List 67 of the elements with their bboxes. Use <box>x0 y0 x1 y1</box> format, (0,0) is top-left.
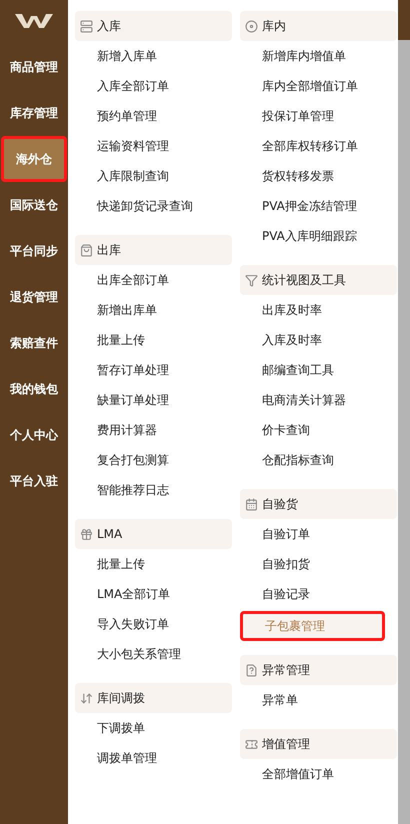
ticket-icon <box>245 738 258 750</box>
menu-item[interactable]: 暂存订单处理 <box>75 355 232 385</box>
menu-item[interactable]: 快递卸货记录查询 <box>75 191 232 221</box>
menu-item[interactable]: 大小包关系管理 <box>75 639 232 669</box>
section-title: 入库 <box>97 18 121 35</box>
arrows-icon <box>80 692 93 704</box>
menu-item[interactable]: 入库及时率 <box>240 325 397 355</box>
menu-item[interactable]: 异常单 <box>240 685 397 715</box>
menu-item[interactable]: 自验订单 <box>240 519 397 549</box>
sidebar-item[interactable]: 个人中心 <box>1 412 67 458</box>
section-title: 库间调拨 <box>97 690 145 707</box>
menu-item[interactable]: 投保订单管理 <box>240 101 397 131</box>
sidebar-item[interactable]: 库存管理 <box>1 90 67 136</box>
menu-item[interactable]: 预约单管理 <box>75 101 232 131</box>
menu-item[interactable]: 全部库权转移订单 <box>240 131 397 161</box>
menu-item[interactable]: 出库全部订单 <box>75 265 232 295</box>
menu-item[interactable]: 缺量订单处理 <box>75 385 232 415</box>
menu-item[interactable]: 新增出库单 <box>75 295 232 325</box>
menu-item[interactable]: LMA全部订单 <box>75 579 232 609</box>
menu-item[interactable]: 调拨单管理 <box>75 743 232 773</box>
section-title: LMA <box>97 526 122 543</box>
sidebar-item[interactable]: 我的钱包 <box>1 366 67 412</box>
menu-item[interactable]: 价卡查询 <box>240 415 397 445</box>
menu-item[interactable]: 新增库内增值单 <box>240 41 397 71</box>
menu-item[interactable]: PVA入库明细跟踪 <box>240 221 397 251</box>
calendar-icon <box>245 498 258 510</box>
menu-item[interactable]: 电商清关计算器 <box>240 385 397 415</box>
menu-item[interactable]: 复合打包测算 <box>75 445 232 475</box>
sidebar-item[interactable]: 退货管理 <box>1 274 67 320</box>
section-title: 库内 <box>262 18 286 35</box>
menu-item[interactable]: 仓配指标查询 <box>240 445 397 475</box>
section-title: 增值管理 <box>262 736 310 753</box>
menu-item[interactable]: 邮编查询工具 <box>240 355 397 385</box>
bag-icon <box>80 244 93 256</box>
sidebar-item[interactable]: 索赔查件 <box>1 320 67 366</box>
section-title: 自验货 <box>262 496 298 513</box>
menu-item[interactable]: 费用计算器 <box>75 415 232 445</box>
menu-item[interactable]: 自验记录 <box>240 579 397 609</box>
menu-item[interactable]: 批量上传 <box>75 325 232 355</box>
menu-item[interactable]: 出库及时率 <box>240 295 397 325</box>
menu-item[interactable]: 新增入库单 <box>75 41 232 71</box>
menu-item[interactable]: 货权转移发票 <box>240 161 397 191</box>
logo-icon <box>14 13 54 29</box>
section-title: 统计视图及工具 <box>262 272 346 289</box>
sidebar-item[interactable]: 商品管理 <box>1 44 67 90</box>
section-title: 出库 <box>97 242 121 259</box>
server-icon <box>80 20 93 32</box>
menu-item[interactable]: PVA押金冻结管理 <box>240 191 397 221</box>
disc-icon <box>245 20 258 32</box>
menu-item[interactable]: 批量上传 <box>75 549 232 579</box>
menu-item[interactable]: 自验扣货 <box>240 549 397 579</box>
sidebar-item[interactable]: 国际送仓 <box>1 182 67 228</box>
sidebar-item[interactable]: 海外仓 <box>1 136 67 182</box>
menu-item[interactable]: 入库限制查询 <box>75 161 232 191</box>
menu-item[interactable]: 导入失败订单 <box>75 609 232 639</box>
section-title: 异常管理 <box>262 662 310 679</box>
menu-item[interactable]: 下调拨单 <box>75 713 232 743</box>
menu-item[interactable]: 全部增值订单 <box>240 759 397 789</box>
menu-item[interactable]: 智能推荐日志 <box>75 475 232 505</box>
menu-item[interactable]: 库内全部增值订单 <box>240 71 397 101</box>
filter-icon <box>245 274 258 286</box>
menu-item[interactable]: 运输资料管理 <box>75 131 232 161</box>
document-icon <box>245 664 258 676</box>
sidebar-item[interactable]: 平台入驻 <box>1 458 67 504</box>
sidebar-item[interactable]: 平台同步 <box>1 228 67 274</box>
menu-item[interactable]: 入库全部订单 <box>75 71 232 101</box>
gift-icon <box>80 528 93 540</box>
